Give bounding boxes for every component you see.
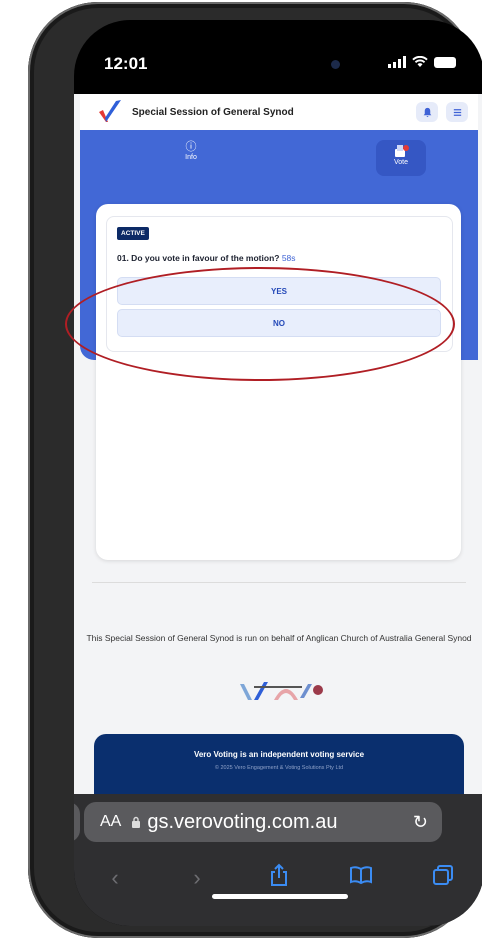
phone-frame: 12:01 Special Session of General Synod ⓘ…	[28, 2, 482, 938]
text-size-button[interactable]: AA	[100, 813, 121, 831]
bookmarks-icon[interactable]	[341, 865, 381, 891]
wifi-icon	[412, 56, 428, 67]
site-title: Special Session of General Synod	[132, 106, 294, 118]
site-header: Special Session of General Synod	[80, 94, 478, 131]
phone-screen: 12:01 Special Session of General Synod ⓘ…	[74, 20, 482, 926]
forward-icon[interactable]: ›	[177, 865, 217, 891]
status-time: 12:01	[104, 54, 148, 73]
question-text: 01. Do you vote in favour of the motion?…	[117, 253, 296, 263]
header-actions	[416, 102, 468, 122]
camera	[331, 60, 340, 69]
tab-info-label: Info	[185, 154, 197, 161]
vote-icon	[395, 145, 409, 157]
status-badge: ACTIVE	[117, 227, 149, 240]
highlight-annotation	[65, 267, 455, 381]
tab-info[interactable]: ⓘ Info	[166, 140, 216, 176]
voting-card: ACTIVE 01. Do you vote in favour of the …	[96, 204, 461, 560]
safari-toolbar: AA gs.verovoting.com.au ↻ ‹ ›	[74, 794, 482, 926]
tab-vote-label: Vote	[393, 159, 408, 166]
vero-logo	[99, 100, 121, 122]
countdown-timer: 58s	[281, 253, 296, 263]
home-indicator[interactable]	[212, 894, 348, 899]
divider	[92, 582, 466, 583]
partner-logo	[240, 682, 323, 700]
footer-service: Vero Voting is an independent voting ser…	[193, 750, 365, 759]
previous-tab-stub[interactable]	[74, 802, 80, 842]
tab-vote[interactable]: Vote	[376, 140, 426, 176]
notch	[222, 20, 358, 52]
question-label: 01. Do you vote in favour of the motion?	[117, 253, 280, 263]
battery-icon	[434, 56, 456, 68]
url-text: gs.verovoting.com.au	[147, 810, 338, 833]
lock-icon	[132, 816, 141, 828]
status-icons	[388, 56, 456, 68]
info-icon: ⓘ	[185, 141, 197, 153]
footer-banner: Vero Voting is an independent voting ser…	[94, 734, 464, 794]
back-icon[interactable]: ‹	[95, 865, 135, 891]
web-page: Special Session of General Synod ⓘ Info	[74, 94, 482, 794]
address-bar[interactable]: AA gs.verovoting.com.au ↻	[84, 802, 442, 842]
menu-icon[interactable]	[446, 102, 468, 122]
tabs-icon[interactable]	[423, 864, 463, 892]
signal-icon	[388, 56, 406, 68]
footer-note: This Special Session of General Synod is…	[86, 633, 472, 643]
share-icon[interactable]	[259, 863, 299, 893]
reload-icon[interactable]: ↻	[413, 812, 428, 833]
footer-copyright: © 2025 Vero Engagement & Voting Solution…	[214, 765, 344, 771]
bottom-toolbar: ‹ ›	[74, 858, 482, 898]
bell-icon[interactable]	[416, 102, 438, 122]
